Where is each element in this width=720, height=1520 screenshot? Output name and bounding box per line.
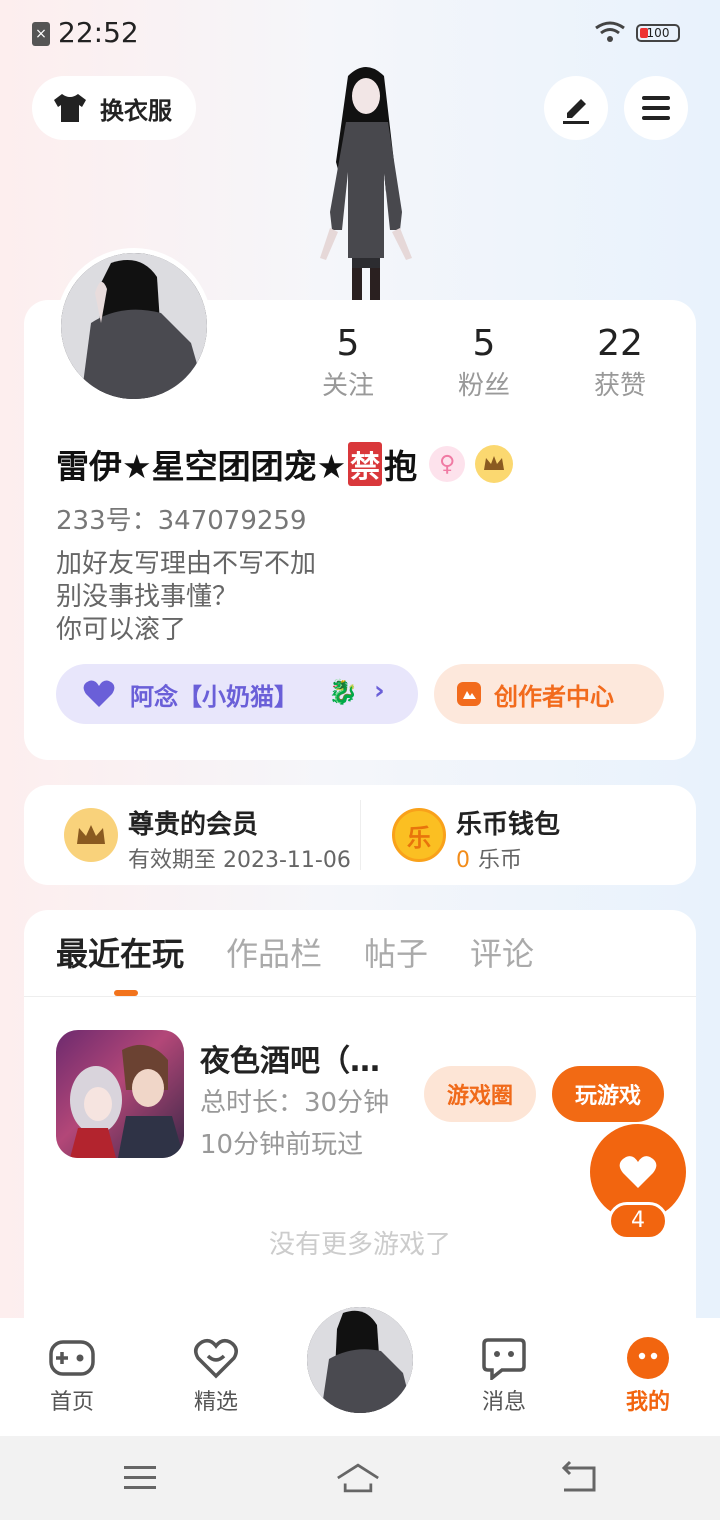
back-icon[interactable] — [556, 1458, 600, 1498]
nickname: 雷伊★星空团团宠★ 禁 抱 ♀ — [56, 440, 514, 488]
female-icon: ♀ — [429, 446, 466, 482]
nav-featured[interactable]: 精选 — [166, 1336, 266, 1416]
tab-comments[interactable]: 评论 — [470, 930, 534, 978]
pen-icon — [563, 99, 589, 124]
nickname-ban-badge: 禁 — [348, 442, 383, 486]
stat-following[interactable]: 5 关注 — [280, 322, 416, 404]
wallet-unit: 乐币 — [478, 848, 523, 873]
home-icon[interactable] — [336, 1458, 380, 1498]
stat-value: 22 — [597, 323, 643, 364]
wallet-balance: 0 乐币 — [456, 842, 522, 874]
empty-list-text: 没有更多游戏了 — [268, 1230, 451, 1260]
stat-label: 关注 — [321, 371, 374, 401]
coin-icon[interactable]: 乐 — [392, 808, 446, 862]
creator-label: 创作者中心 — [494, 682, 614, 711]
nickname-prefix: 雷伊★星空团团宠★ — [56, 447, 347, 486]
profile-dots-icon — [627, 1337, 669, 1379]
bio-line: 别没事找事懂？ — [56, 582, 239, 612]
nickname-suffix: 抱 — [384, 447, 418, 486]
tshirt-icon — [54, 94, 86, 122]
no-sim-icon: × — [32, 22, 50, 46]
status-bar: × 22:52 100 — [0, 0, 720, 66]
user-bio: 加好友写理由不写不加 别没事找事懂？ 你可以滚了 — [56, 548, 316, 647]
game-title[interactable]: 夜色酒吧（… — [200, 1036, 380, 1080]
bio-line: 加好友写理由不写不加 — [56, 549, 317, 579]
vip-crown-icon[interactable] — [64, 808, 118, 862]
wallet-amount: 0 — [456, 848, 470, 873]
wallet-title[interactable]: 乐币钱包 — [456, 804, 560, 841]
stat-likes[interactable]: 22 获赞 — [552, 322, 688, 404]
user-id: 233号：347079259 — [56, 506, 307, 536]
chevron-right-icon: › — [374, 676, 385, 706]
nav-label: 首页 — [49, 1390, 94, 1415]
wifi-icon — [595, 21, 625, 42]
change-outfit-label: 换衣服 — [100, 96, 172, 125]
play-game-button[interactable]: 玩游戏 — [552, 1066, 664, 1122]
nav-messages[interactable]: 消息 — [454, 1336, 554, 1416]
game-duration: 总时长：30分钟 — [200, 1088, 390, 1118]
status-time: 22:52 — [58, 16, 139, 49]
profile-avatar[interactable] — [56, 248, 212, 404]
hamburger-icon — [642, 96, 670, 120]
battery-icon: 100 — [636, 24, 680, 42]
tab-posts[interactable]: 帖子 — [364, 930, 428, 978]
recent-apps-icon[interactable] — [118, 1458, 162, 1498]
nav-label: 消息 — [481, 1390, 526, 1415]
tab-works[interactable]: 作品栏 — [226, 930, 322, 978]
heart-icon — [619, 1156, 657, 1188]
game-thumbnail[interactable] — [56, 1030, 184, 1158]
membership-title[interactable]: 尊贵的会员 — [128, 804, 258, 841]
gamepad-icon — [49, 1340, 95, 1376]
dragon-icon: 🐉 — [328, 678, 358, 706]
profile-tabs: 最近在玩 作品栏 帖子 评论 — [56, 930, 576, 978]
message-icon — [482, 1338, 526, 1380]
menu-button[interactable] — [624, 76, 688, 140]
edit-profile-button[interactable] — [544, 76, 608, 140]
creator-center-button[interactable]: 创作者中心 — [434, 664, 664, 724]
tab-divider — [24, 996, 696, 997]
nav-mine[interactable]: 我的 — [598, 1336, 698, 1416]
stat-followers[interactable]: 5 粉丝 — [416, 322, 552, 404]
crown-icon[interactable] — [475, 445, 514, 483]
game-last-played: 10分钟前玩过 — [200, 1130, 364, 1160]
tab-recent-played[interactable]: 最近在玩 — [56, 930, 184, 978]
nav-label: 精选 — [193, 1390, 238, 1415]
stat-value: 5 — [472, 323, 496, 364]
change-outfit-button[interactable]: 换衣服 — [32, 76, 196, 140]
stat-label: 粉丝 — [457, 371, 510, 401]
pet-label: 阿念【小奶猫】 — [130, 682, 298, 711]
profile-stats: 5 关注 5 粉丝 22 获赞 — [280, 322, 688, 404]
divider — [360, 800, 361, 870]
game-circle-button[interactable]: 游戏圈 — [424, 1066, 536, 1122]
stat-label: 获赞 — [593, 371, 646, 401]
nav-label: 我的 — [625, 1390, 670, 1415]
creator-icon — [457, 682, 481, 706]
avatar-figure[interactable] — [290, 62, 430, 302]
stat-value: 5 — [336, 323, 360, 364]
nav-center-avatar[interactable] — [304, 1304, 416, 1416]
heart-chat-icon — [194, 1338, 238, 1379]
pet-button[interactable]: 阿念【小奶猫】 🐉 › — [56, 664, 418, 724]
nav-home[interactable]: 首页 — [22, 1336, 122, 1416]
heart-icon — [83, 680, 115, 707]
membership-expiry: 有效期至 2023-11-06 — [128, 848, 351, 873]
bio-line: 你可以滚了 — [56, 615, 187, 645]
